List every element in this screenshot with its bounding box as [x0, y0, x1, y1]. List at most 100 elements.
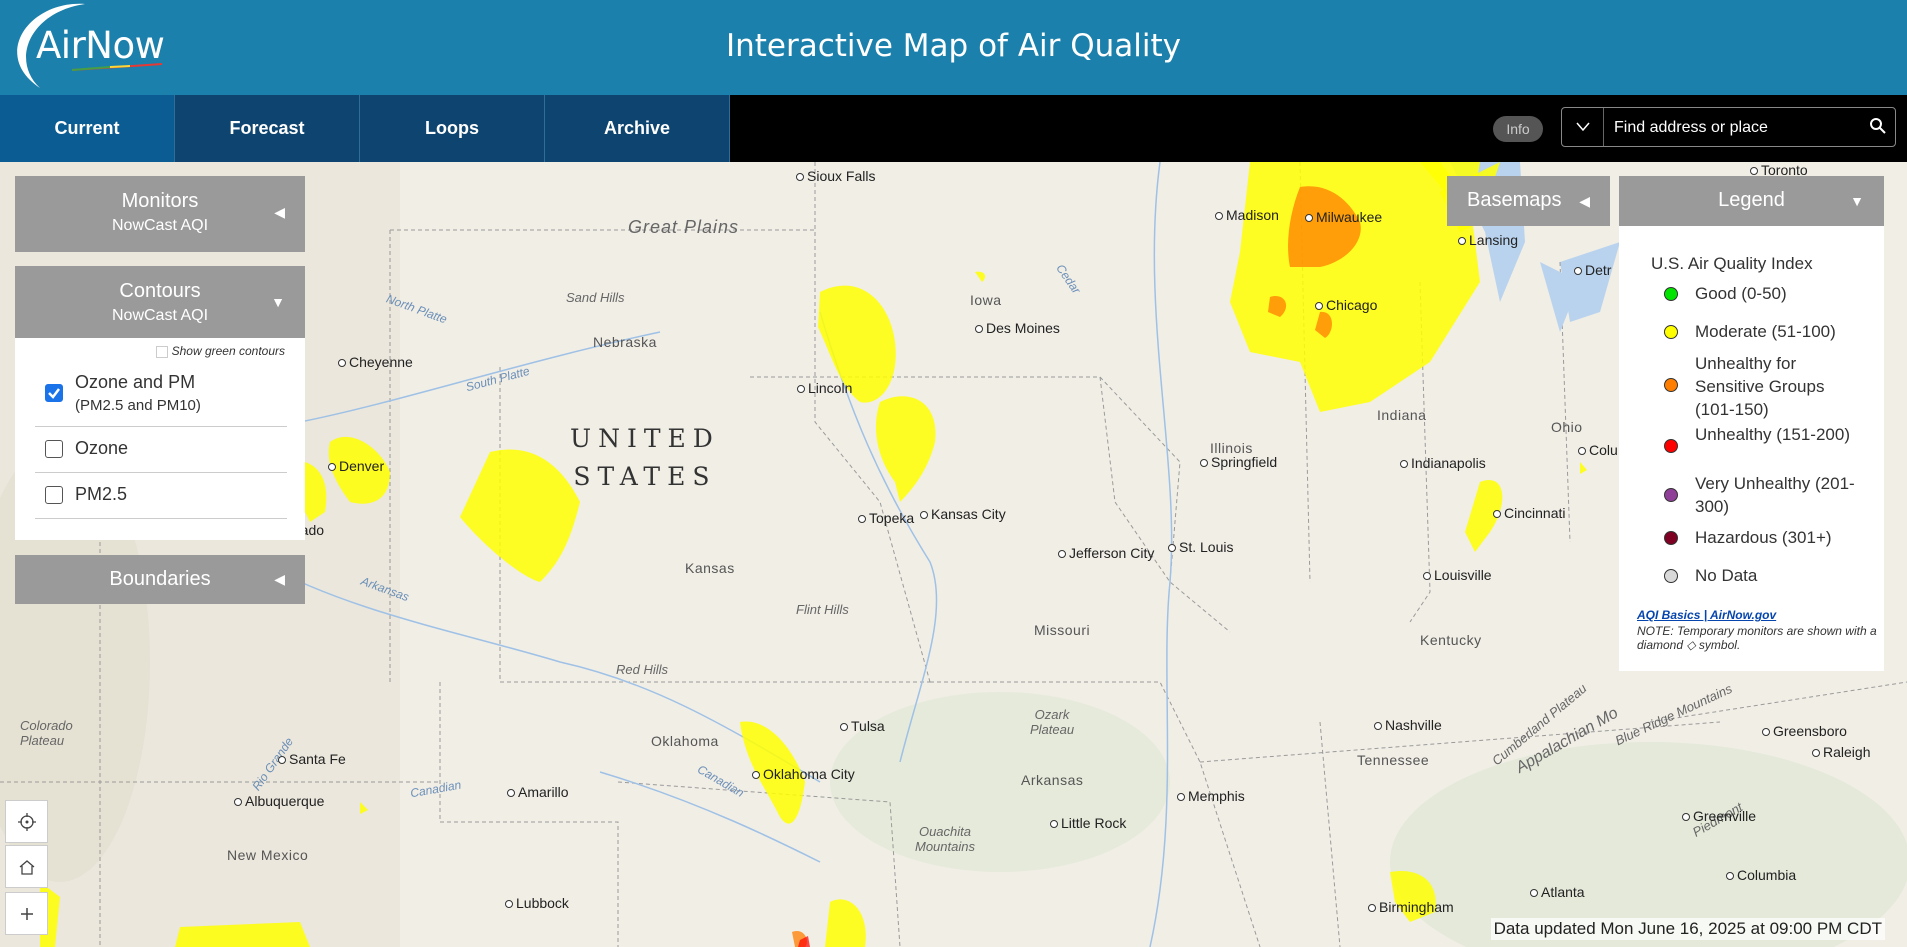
legend-item: Good (0-50) — [1695, 284, 1787, 303]
show-green-label: Show green contours — [171, 344, 285, 358]
region-label: Ozark Plateau — [1029, 707, 1075, 737]
basemaps-panel-header[interactable]: Basemaps ◀ — [1447, 176, 1610, 226]
tab-current[interactable]: Current — [0, 95, 175, 162]
state-label: Ohio — [1551, 419, 1583, 435]
contour-option-ozone[interactable]: Ozone — [35, 426, 287, 473]
legend-swatch-no-data — [1664, 569, 1678, 583]
city-name: Greenville — [1693, 808, 1757, 824]
info-button[interactable]: Info — [1493, 116, 1543, 142]
state-label: Kentucky — [1420, 632, 1482, 648]
check-icon — [48, 388, 60, 399]
city-name: Nashville — [1385, 717, 1442, 733]
city-name: Colu — [1589, 442, 1618, 458]
search-icon[interactable] — [1869, 117, 1887, 140]
city-label: Santa Fe — [278, 751, 346, 767]
city-label: Raleigh — [1812, 744, 1870, 760]
state-label: Kansas — [685, 560, 735, 576]
monitors-title: Monitors — [121, 190, 199, 212]
legend-panel-body: U.S. Air Quality Index Good (0-50) Moder… — [1619, 226, 1884, 671]
chevron-down-icon — [1575, 122, 1590, 132]
city-name: Greensboro — [1773, 723, 1847, 739]
state-label: Arkansas — [1021, 772, 1084, 788]
city-label: Detr — [1574, 262, 1611, 278]
region-label: Ouachita Mountains — [915, 824, 975, 854]
city-name: Amarillo — [518, 784, 569, 800]
checkbox-ozone[interactable] — [45, 440, 63, 458]
city-label: Springfield — [1200, 454, 1277, 470]
caret-down-icon: ▼ — [1850, 193, 1864, 209]
legend-note: NOTE: Temporary monitors are shown with … — [1637, 624, 1877, 652]
city-name: Louisville — [1434, 567, 1492, 583]
city-label: Albuquerque — [234, 793, 324, 809]
city-label: Sioux Falls — [796, 168, 875, 184]
search-input[interactable] — [1612, 114, 1856, 142]
home-icon — [19, 859, 34, 875]
legend-swatch-hazardous — [1664, 531, 1678, 545]
city-name: Sioux Falls — [807, 168, 876, 184]
tab-archive[interactable]: Archive — [545, 95, 730, 162]
contours-title: Contours — [119, 280, 201, 302]
aqi-basics-link[interactable]: AQI Basics | AirNow.gov — [1637, 608, 1776, 622]
caret-left-icon: ◀ — [1579, 193, 1590, 209]
option-label: Ozone and PM — [75, 372, 196, 392]
show-green-checkbox[interactable] — [155, 345, 168, 358]
contours-subtitle: NowCast AQI — [111, 307, 209, 324]
legend-item: No Data — [1695, 566, 1758, 585]
city-name: Denver — [339, 458, 385, 474]
contours-panel-body: Show green contours Ozone and PM (PM2.5 … — [15, 338, 305, 540]
legend-panel-header[interactable]: Legend ▼ — [1619, 176, 1884, 226]
city-name: Albuquerque — [245, 793, 325, 809]
city-label: Kansas City — [920, 506, 1006, 522]
city-name: Chicago — [1326, 297, 1378, 313]
tab-loops[interactable]: Loops — [360, 95, 545, 162]
city-label: Greenville — [1682, 808, 1756, 824]
search-box — [1561, 107, 1896, 147]
city-name: Topeka — [869, 510, 915, 526]
state-label: Iowa — [970, 292, 1002, 308]
home-button[interactable] — [5, 845, 48, 888]
aqi-legend-title: U.S. Air Quality Index — [1651, 254, 1813, 273]
locate-button[interactable] — [5, 800, 48, 843]
country-label: UNITED STATES — [570, 420, 720, 496]
city-label: St. Louis — [1168, 539, 1233, 555]
city-name: Indianapolis — [1411, 455, 1486, 471]
nav-bar: Current Forecast Loops Archive Info — [0, 95, 1907, 162]
city-label: Atlanta — [1530, 884, 1585, 900]
legend-swatch-usg — [1664, 378, 1678, 392]
option-sublabel: (PM2.5 and PM10) — [75, 397, 201, 414]
city-label: Amarillo — [507, 784, 569, 800]
legend-item: Very Unhealthy (201-300) — [1695, 474, 1855, 516]
contours-panel-header[interactable]: Contours NowCast AQI ▼ — [15, 266, 305, 338]
option-label: PM2.5 — [75, 484, 128, 504]
monitors-panel-header[interactable]: Monitors NowCast AQI ◀ — [15, 176, 305, 252]
search-dropdown-button[interactable] — [1562, 108, 1604, 146]
city-name: Memphis — [1188, 788, 1245, 804]
state-label: Missouri — [1034, 622, 1091, 638]
city-label: Des Moines — [975, 320, 1060, 336]
checkbox-pm25[interactable] — [45, 486, 63, 504]
city-label: Oklahoma City — [752, 766, 855, 782]
boundaries-panel-header[interactable]: Boundaries ◀ — [15, 555, 305, 604]
show-green-contours-toggle[interactable]: Show green contours — [155, 344, 285, 358]
legend-swatch-good — [1664, 287, 1678, 301]
city-label: Jefferson City — [1058, 545, 1154, 561]
contour-option-pm25[interactable]: PM2.5 — [35, 472, 287, 519]
city-name: Lubbock — [516, 895, 569, 911]
city-label: Lansing — [1458, 232, 1518, 248]
legend-item: Unhealthy (151-200) — [1695, 425, 1850, 444]
city-label: Topeka — [858, 510, 914, 526]
checkbox-ozone-pm[interactable] — [45, 384, 63, 402]
data-updated-status: Data updated Mon June 16, 2025 at 09:00 … — [1490, 918, 1885, 940]
region-label: Colorado Plateau — [20, 718, 73, 748]
caret-down-icon: ▼ — [271, 294, 285, 310]
contour-option-ozone-pm[interactable]: Ozone and PM (PM2.5 and PM10) — [35, 362, 287, 427]
zoom-in-button[interactable] — [5, 892, 48, 935]
state-label: Indiana — [1377, 407, 1427, 423]
city-name: Madison — [1226, 207, 1279, 223]
city-label: Chicago — [1315, 297, 1377, 313]
city-label: Birmingham — [1368, 899, 1454, 915]
city-name: Cincinnati — [1504, 505, 1566, 521]
monitors-subtitle: NowCast AQI — [111, 217, 209, 234]
city-label: Tulsa — [840, 718, 885, 734]
tab-forecast[interactable]: Forecast — [175, 95, 360, 162]
